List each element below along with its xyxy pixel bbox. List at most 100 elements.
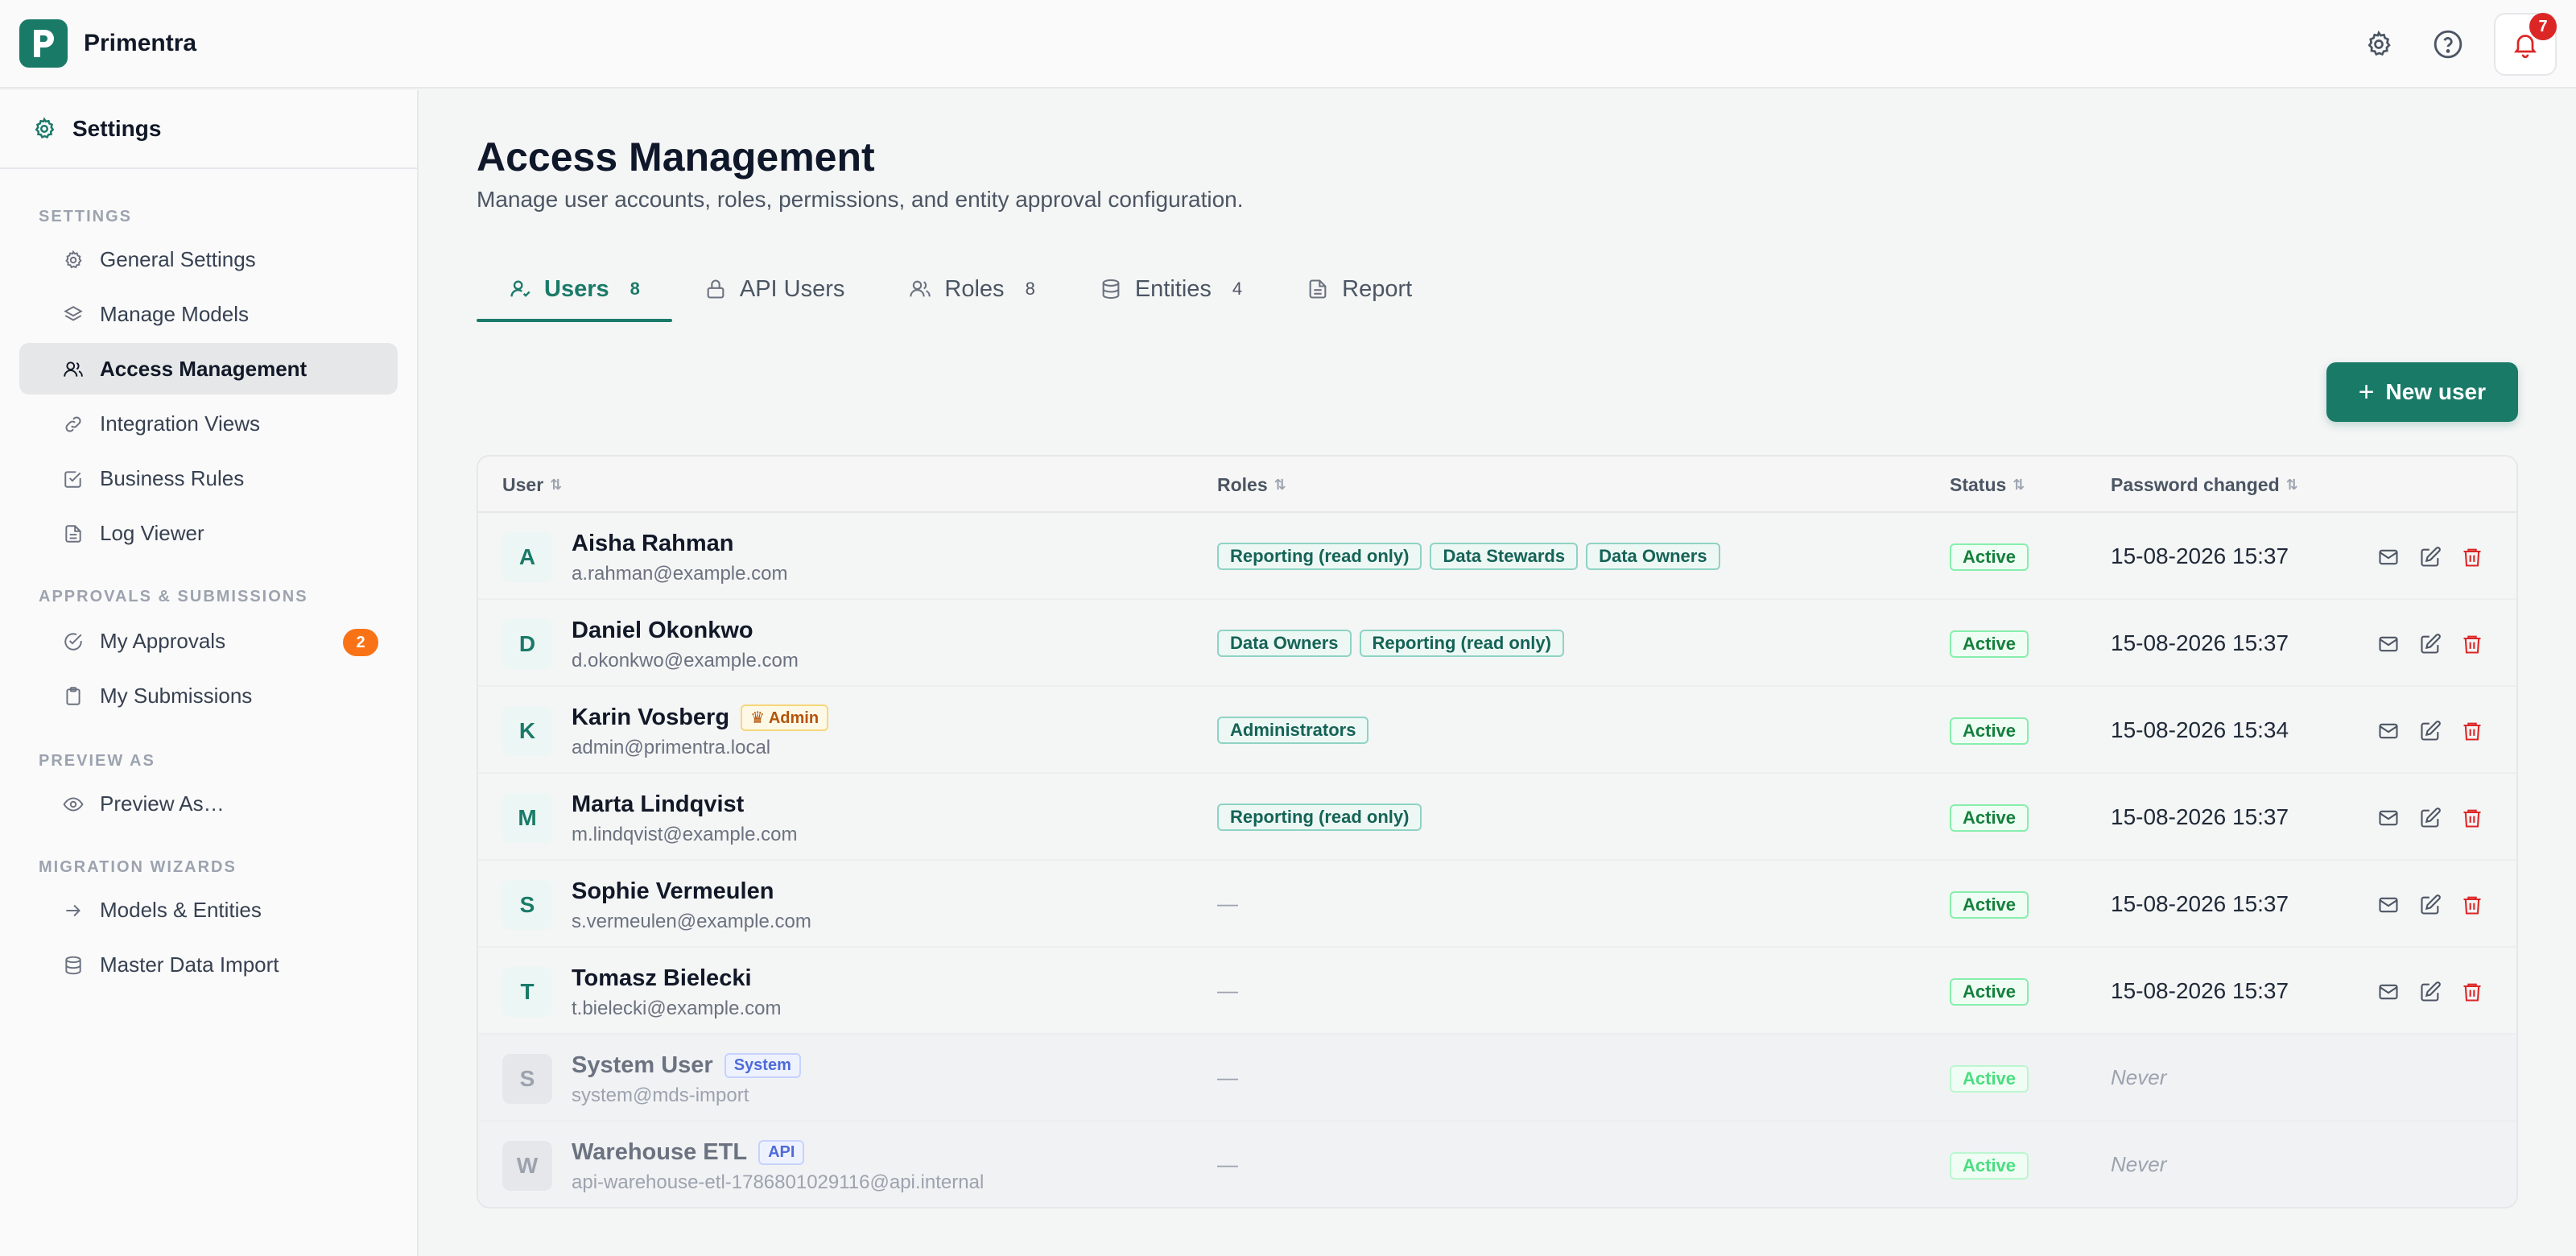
edit-button[interactable] <box>2417 543 2444 571</box>
email-button[interactable] <box>2375 717 2402 745</box>
tab-users[interactable]: Users 8 <box>477 256 672 322</box>
approvals-count-badge: 2 <box>343 629 378 656</box>
table-row[interactable]: S System User System system@mds-import —… <box>478 1035 2516 1122</box>
column-header-user[interactable]: User ⇅ <box>502 474 562 496</box>
password-changed: 15-08-2026 15:37 <box>2111 891 2289 916</box>
sidebar-item-master-data-import[interactable]: Master Data Import <box>19 939 398 990</box>
admin-badge-label: Admin <box>768 709 819 727</box>
table-row[interactable]: T Tomasz Bielecki t.bielecki@example.com… <box>478 948 2516 1035</box>
sort-icon: ⇅ <box>550 477 563 493</box>
sort-icon: ⇅ <box>2285 477 2298 493</box>
user-email: api-warehouse-etl-1786801029116@api.inte… <box>572 1171 985 1193</box>
help-button[interactable] <box>2417 13 2479 76</box>
sidebar-item-models-entities[interactable]: Models & Entities <box>19 884 398 936</box>
system-badge: System <box>724 1053 801 1078</box>
admin-badge: ♛ Admin <box>741 704 829 731</box>
user-email: admin@primentra.local <box>572 737 771 758</box>
sidebar-item-general-settings[interactable]: General Settings <box>19 233 398 285</box>
sidebar-item-log-viewer[interactable]: Log Viewer <box>19 507 398 559</box>
section-label-migration: MIGRATION WIZARDS <box>39 858 237 876</box>
main-content: Access Management Manage user accounts, … <box>420 90 2576 1256</box>
settings-button[interactable] <box>2347 13 2410 76</box>
user-name-text: System User <box>572 1052 713 1078</box>
edit-button[interactable] <box>2417 717 2444 745</box>
top-bar: Primentra 7 <box>0 0 2576 89</box>
user-name-text: Karin Vosberg <box>572 704 730 730</box>
email-button[interactable] <box>2375 543 2402 571</box>
status-badge: Active <box>1950 978 2029 1006</box>
check-circle-icon <box>64 633 82 651</box>
sidebar-item-my-approvals[interactable]: My Approvals 2 <box>19 615 398 667</box>
tab-label: Roles <box>944 275 1005 302</box>
email-button[interactable] <box>2375 630 2402 658</box>
avatar: K <box>502 706 552 756</box>
edit-button[interactable] <box>2417 891 2444 919</box>
mail-icon <box>2379 897 2398 913</box>
delete-button[interactable] <box>2458 543 2486 571</box>
tab-count: 8 <box>1025 279 1035 299</box>
password-changed: 15-08-2026 15:37 <box>2111 978 2289 1003</box>
users-table: User ⇅ Roles ⇅ Status ⇅ Password changed ⇅ A… <box>477 455 2518 1208</box>
delete-button[interactable] <box>2458 717 2486 745</box>
sidebar-item-label: Manage Models <box>100 301 249 326</box>
user-name: System User System <box>572 1052 801 1079</box>
user-name-text: Daniel Okonkwo <box>572 618 753 643</box>
email-button[interactable] <box>2375 804 2402 832</box>
edit-icon <box>2421 721 2441 741</box>
table-header: User ⇅ Roles ⇅ Status ⇅ Password changed ⇅ <box>478 457 2516 513</box>
notifications-button[interactable]: 7 <box>2494 13 2557 76</box>
section-label-settings: SETTINGS <box>39 208 133 225</box>
edit-button[interactable] <box>2417 978 2444 1006</box>
delete-button[interactable] <box>2458 804 2486 832</box>
tab-api-users[interactable]: API Users <box>672 256 877 322</box>
edit-button[interactable] <box>2417 804 2444 832</box>
table-row[interactable]: S Sophie Vermeulen s.vermeulen@example.c… <box>478 861 2516 948</box>
sidebar-item-preview-as[interactable]: Preview As… <box>19 778 398 829</box>
tab-label: Entities <box>1134 275 1212 302</box>
password-changed: 15-08-2026 15:37 <box>2111 543 2289 568</box>
status-badge: Active <box>1950 543 2029 571</box>
brand[interactable]: Primentra <box>19 19 196 68</box>
status-badge: Active <box>1950 630 2029 658</box>
role-chip: Data Stewards <box>1430 543 1579 570</box>
column-header-password-changed[interactable]: Password changed ⇅ <box>2111 474 2298 496</box>
table-row[interactable]: M Marta Lindqvist m.lindqvist@example.co… <box>478 774 2516 861</box>
role-chip: Reporting (read only) <box>1217 543 1422 570</box>
table-row[interactable]: A Aisha Rahman a.rahman@example.com Repo… <box>478 513 2516 600</box>
email-button[interactable] <box>2375 891 2402 919</box>
layers-icon <box>64 306 83 321</box>
sort-icon: ⇅ <box>1274 477 1286 493</box>
roles-empty: — <box>1217 1065 1238 1089</box>
table-row[interactable]: D Daniel Okonkwo d.okonkwo@example.com D… <box>478 600 2516 687</box>
email-button[interactable] <box>2375 978 2402 1006</box>
tab-entities[interactable]: Entities 4 <box>1067 256 1274 322</box>
table-row[interactable]: K Karin Vosberg ♛ Admin admin@primentra.… <box>478 687 2516 774</box>
edit-icon <box>2421 894 2441 915</box>
sidebar-item-manage-models[interactable]: Manage Models <box>19 288 398 340</box>
file-icon <box>1309 279 1327 299</box>
sidebar-item-business-rules[interactable]: Business Rules <box>19 452 398 504</box>
new-user-button[interactable]: + New user <box>2326 362 2518 422</box>
delete-button[interactable] <box>2458 978 2486 1006</box>
tab-label: API Users <box>739 275 845 302</box>
tab-roles[interactable]: Roles 8 <box>877 256 1067 322</box>
user-icon <box>510 280 530 297</box>
roles-empty: — <box>1217 1152 1238 1176</box>
edit-button[interactable] <box>2417 630 2444 658</box>
user-name: Marta Lindqvist <box>572 791 744 818</box>
delete-button[interactable] <box>2458 630 2486 658</box>
section-label-approvals: APPROVALS & SUBMISSIONS <box>39 588 308 605</box>
edit-icon <box>2421 634 2441 654</box>
table-row[interactable]: W Warehouse ETL API api-warehouse-etl-17… <box>478 1122 2516 1207</box>
sidebar-item-my-submissions[interactable]: My Submissions <box>19 670 398 721</box>
column-header-roles[interactable]: Roles ⇅ <box>1217 474 1286 496</box>
sidebar-item-integration-views[interactable]: Integration Views <box>19 398 398 449</box>
tab-report[interactable]: Report <box>1274 256 1444 322</box>
trash-icon <box>2463 548 2481 567</box>
column-header-status[interactable]: Status ⇅ <box>1950 474 2025 496</box>
delete-button[interactable] <box>2458 891 2486 919</box>
sidebar-item-access-management[interactable]: Access Management <box>19 343 398 395</box>
edit-icon <box>2421 981 2441 1002</box>
user-name: Karin Vosberg ♛ Admin <box>572 704 829 731</box>
gear-icon <box>2368 30 2391 56</box>
